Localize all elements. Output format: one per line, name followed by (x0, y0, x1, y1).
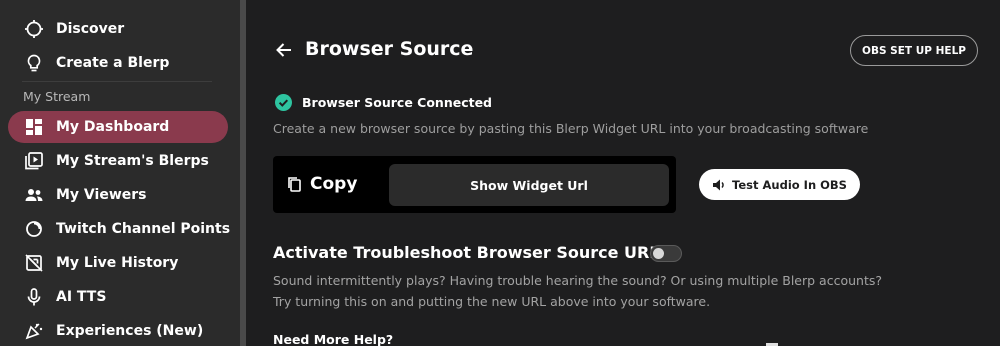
copy-label: Copy (310, 174, 358, 194)
live-history-icon (24, 253, 44, 273)
sidebar-item-label: Experiences (New) (56, 323, 204, 339)
sidebar-item-label: Twitch Channel Points (56, 221, 231, 237)
speaker-icon (712, 178, 726, 192)
check-circle-icon (275, 94, 292, 111)
troubleshoot-help-line-1: Sound intermittently plays? Having troub… (273, 273, 882, 288)
sidebar-item-label: My Dashboard (56, 119, 170, 135)
sidebar-divider (22, 81, 212, 82)
dashboard-icon (24, 117, 44, 137)
copy-icon (286, 176, 302, 192)
microphone-icon (24, 287, 44, 307)
sidebar-item-create-blerp[interactable]: Create a Blerp (8, 47, 228, 79)
sidebar-item-my-live-history[interactable]: My Live History (8, 247, 228, 279)
sidebar-item-twitch-channel-points[interactable]: Twitch Channel Points (8, 213, 231, 245)
sidebar: Discover Create a Blerp My Stream My Das… (0, 0, 240, 346)
connection-status: Browser Source Connected (275, 94, 492, 111)
lightbulb-icon (24, 53, 44, 73)
status-text: Browser Source Connected (302, 95, 493, 110)
sidebar-item-label: My Viewers (56, 187, 147, 203)
test-audio-button[interactable]: Test Audio In OBS (699, 169, 860, 200)
sidebar-scrollbar[interactable] (240, 0, 246, 346)
back-arrow-icon[interactable] (274, 40, 294, 60)
people-icon (24, 185, 44, 205)
sidebar-item-label: AI TTS (56, 289, 107, 305)
sidebar-item-my-viewers[interactable]: My Viewers (8, 179, 228, 211)
widget-description: Create a new browser source by pasting t… (273, 121, 869, 136)
channel-points-icon (24, 219, 44, 239)
sidebar-item-label: Create a Blerp (56, 55, 170, 71)
video-library-icon (24, 151, 44, 171)
show-widget-url-button[interactable]: Show Widget Url (389, 164, 669, 206)
party-popper-icon (24, 321, 44, 341)
toggle-knob (653, 248, 664, 259)
copy-button[interactable]: Copy (286, 174, 357, 194)
obs-setup-help-button[interactable]: OBS SET UP HELP (850, 35, 978, 66)
need-more-help-heading: Need More Help? (273, 332, 394, 346)
page-title: Browser Source (305, 38, 474, 60)
sidebar-item-experiences[interactable]: Experiences (New) (8, 315, 228, 346)
sidebar-item-label: My Stream's Blerps (56, 153, 209, 169)
sidebar-section-label: My Stream (23, 89, 91, 104)
widget-url-panel: Copy Show Widget Url (273, 156, 676, 213)
sidebar-item-my-streams-blerps[interactable]: My Stream's Blerps (8, 145, 228, 177)
troubleshoot-title: Activate Troubleshoot Browser Source URL (273, 243, 660, 262)
compass-icon (24, 19, 44, 39)
sidebar-item-label: My Live History (56, 255, 179, 271)
troubleshoot-help-line-2: Try turning this on and putting the new … (273, 294, 711, 309)
sidebar-item-ai-tts[interactable]: AI TTS (8, 281, 228, 313)
sidebar-item-my-dashboard[interactable]: My Dashboard (8, 111, 228, 143)
troubleshoot-toggle[interactable] (650, 245, 682, 262)
sidebar-item-label: Discover (56, 21, 125, 37)
test-audio-label: Test Audio In OBS (732, 177, 847, 192)
sidebar-item-discover[interactable]: Discover (8, 13, 228, 45)
